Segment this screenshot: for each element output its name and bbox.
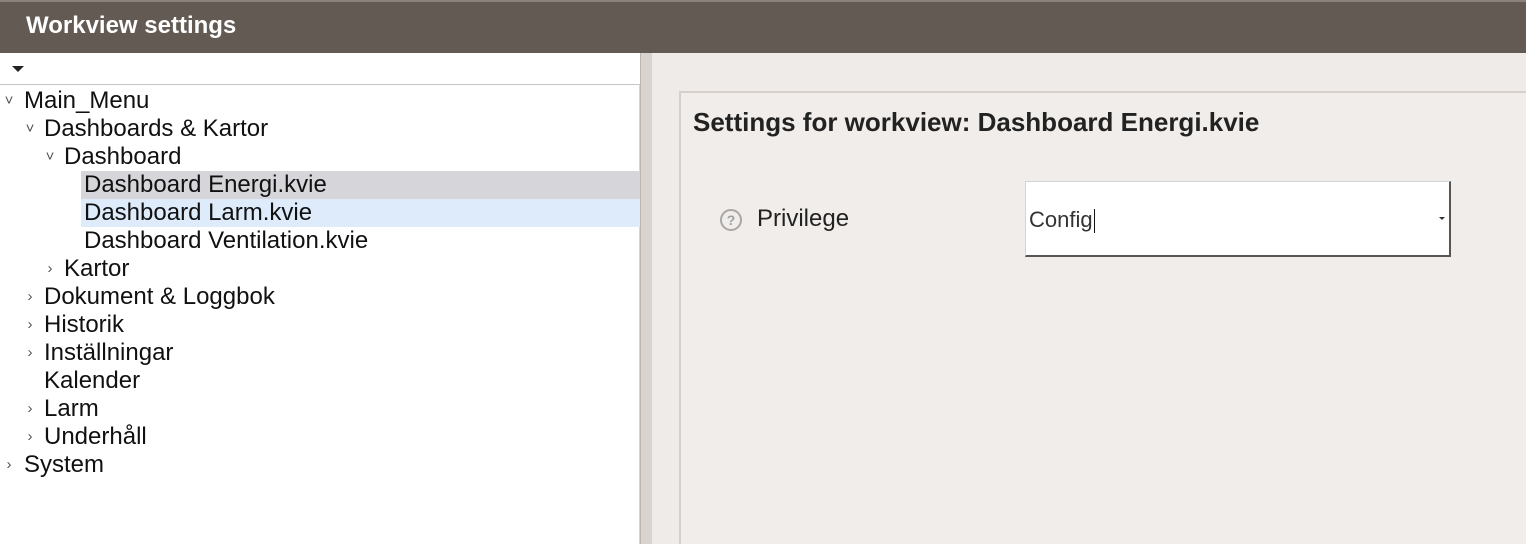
tree-item-installningar[interactable]: › Inställningar (0, 339, 640, 367)
window-title: Workview settings (26, 12, 237, 39)
tree-item-underhall[interactable]: › Underhåll (0, 423, 640, 451)
chevron-down-icon[interactable]: ˅ (23, 115, 37, 143)
tree-item-system[interactable]: › System (0, 451, 640, 479)
tree-filter-dropdown[interactable] (0, 53, 640, 85)
tree-item-main-menu[interactable]: ˅ Main_Menu (0, 87, 640, 115)
tree-item-kalender[interactable]: Kalender (0, 367, 640, 395)
privilege-label: Privilege (757, 205, 850, 232)
chevron-down-icon[interactable]: ˅ (2, 87, 16, 115)
settings-pane: Settings for workview: Dashboard Energi.… (652, 53, 1526, 544)
chevron-right-icon[interactable]: › (23, 395, 37, 423)
tree-item-label: Dashboards & Kartor (44, 115, 269, 142)
tree-item-historik[interactable]: › Historik (0, 311, 640, 339)
caret-down-icon[interactable] (12, 66, 24, 72)
tree-item-dashboard-ventilation[interactable]: Dashboard Ventilation.kvie (0, 227, 640, 255)
tree-item-label: Dokument & Loggbok (44, 283, 275, 310)
tree-item-kartor[interactable]: › Kartor (0, 255, 640, 283)
chevron-right-icon[interactable]: › (43, 255, 57, 283)
settings-panel: Settings for workview: Dashboard Energi.… (679, 91, 1526, 544)
tree-item-label: Historik (44, 311, 125, 338)
tree-item-label: Dashboard (64, 143, 182, 170)
window-titlebar: Workview settings (0, 0, 1526, 53)
help-icon[interactable]: ? (720, 209, 742, 231)
tree-item-dashboard[interactable]: ˅ Dashboard (0, 143, 640, 171)
privilege-value-text: Config (1029, 207, 1093, 232)
settings-heading: Settings for workview: Dashboard Energi.… (693, 107, 1260, 137)
privilege-select[interactable]: Config (1025, 181, 1451, 257)
chevron-down-icon[interactable]: ˅ (43, 143, 57, 171)
chevron-right-icon[interactable]: › (23, 311, 37, 339)
text-cursor (1093, 209, 1095, 234)
dropdown-arrow-icon[interactable] (1439, 217, 1445, 220)
tree-pane: ˅ Main_Menu ˅ Dashboards & Kartor ˅ Dash… (0, 53, 640, 544)
tree-item-label: Kartor (64, 255, 130, 282)
chevron-right-icon[interactable]: › (23, 423, 37, 451)
tree-item-dashboards-kartor[interactable]: ˅ Dashboards & Kartor (0, 115, 640, 143)
tree-item-dashboard-energi[interactable]: Dashboard Energi.kvie (0, 171, 640, 199)
chevron-right-icon[interactable]: › (23, 339, 37, 367)
tree-item-label: Kalender (44, 367, 141, 394)
tree-item-dashboard-larm[interactable]: Dashboard Larm.kvie (0, 199, 640, 227)
tree-item-dokument-loggbok[interactable]: › Dokument & Loggbok (0, 283, 640, 311)
tree-item-label: Dashboard Larm.kvie (84, 199, 313, 226)
tree-item-label: Inställningar (44, 339, 174, 366)
tree-item-label: System (24, 451, 105, 478)
tree-item-label: Dashboard Energi.kvie (84, 171, 327, 198)
tree-item-label: Underhåll (44, 423, 147, 450)
tree-item-label: Larm (44, 395, 99, 422)
tree-item-label: Dashboard Ventilation.kvie (84, 227, 369, 254)
tree-item-larm[interactable]: › Larm (0, 395, 640, 423)
chevron-right-icon[interactable]: › (2, 451, 16, 479)
pane-splitter[interactable] (640, 53, 652, 544)
privilege-value: Config (1029, 207, 1095, 234)
chevron-right-icon[interactable]: › (23, 283, 37, 311)
tree-item-label: Main_Menu (24, 87, 150, 114)
